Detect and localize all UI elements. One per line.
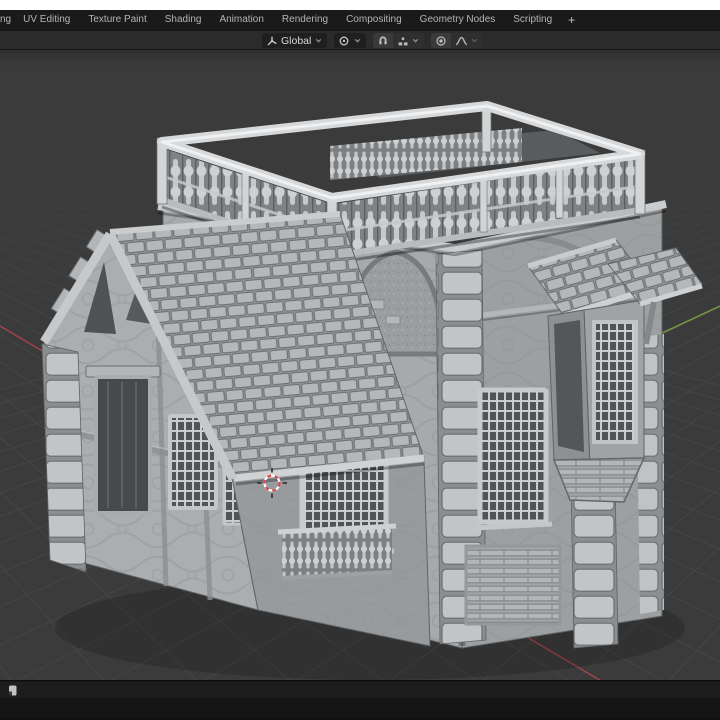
workspace-tab-texture-paint[interactable]: Texture Paint <box>79 10 155 30</box>
pivot-point-icon <box>339 36 349 45</box>
snap-controls <box>373 33 425 48</box>
window-bay <box>592 320 638 444</box>
proportional-editing-icon <box>436 35 446 46</box>
workspace-tab-animation[interactable]: Animation <box>210 10 272 30</box>
add-workspace-button[interactable]: + <box>561 10 582 30</box>
chevron-down-icon <box>413 38 419 43</box>
snap-magnet-icon <box>379 35 387 44</box>
workspace-tab-uv-editing[interactable]: UV Editing <box>14 10 79 30</box>
window-right-wall <box>477 387 549 525</box>
transform-orientation-dropdown[interactable]: Global <box>262 33 328 48</box>
workspace-tab-geometry-nodes[interactable]: Geometry Nodes <box>411 10 505 30</box>
transform-orientation-icon <box>267 36 277 45</box>
snap-target-dropdown[interactable] <box>393 33 425 48</box>
transform-orientation-label: Global <box>281 34 312 47</box>
workspace-tabbar: ng UV Editing Texture Paint Shading Anim… <box>0 10 720 31</box>
proportional-editing-controls <box>431 33 484 48</box>
timeline-region[interactable] <box>0 680 720 720</box>
workspace-tab-shading[interactable]: Shading <box>156 10 211 30</box>
viewport-header: Global <box>0 31 720 50</box>
3d-viewport[interactable] <box>0 50 720 680</box>
snap-toggle-button[interactable] <box>373 33 394 48</box>
timeline-body <box>0 698 720 718</box>
header-drop-shadow <box>0 50 720 66</box>
top-margin <box>0 0 720 10</box>
workspace-tab-compositing[interactable]: Compositing <box>337 10 411 30</box>
timeline-header <box>0 682 720 698</box>
chevron-down-icon <box>472 38 478 43</box>
chevron-down-icon <box>355 38 361 43</box>
editor-type-icon[interactable] <box>8 685 18 696</box>
workspace-tab-partial[interactable]: ng <box>0 10 14 30</box>
chevron-down-icon <box>316 38 322 43</box>
proportional-editing-toggle[interactable] <box>431 33 452 48</box>
workspace-tab-scripting[interactable]: Scripting <box>504 10 561 30</box>
proportional-falloff-icon <box>456 36 468 45</box>
pivot-point-dropdown[interactable] <box>334 33 367 48</box>
snap-target-icon <box>398 36 408 45</box>
blender-window: ng UV Editing Texture Paint Shading Anim… <box>0 0 720 720</box>
proportional-falloff-dropdown[interactable] <box>451 33 484 48</box>
workspace-tab-rendering[interactable]: Rendering <box>273 10 337 30</box>
